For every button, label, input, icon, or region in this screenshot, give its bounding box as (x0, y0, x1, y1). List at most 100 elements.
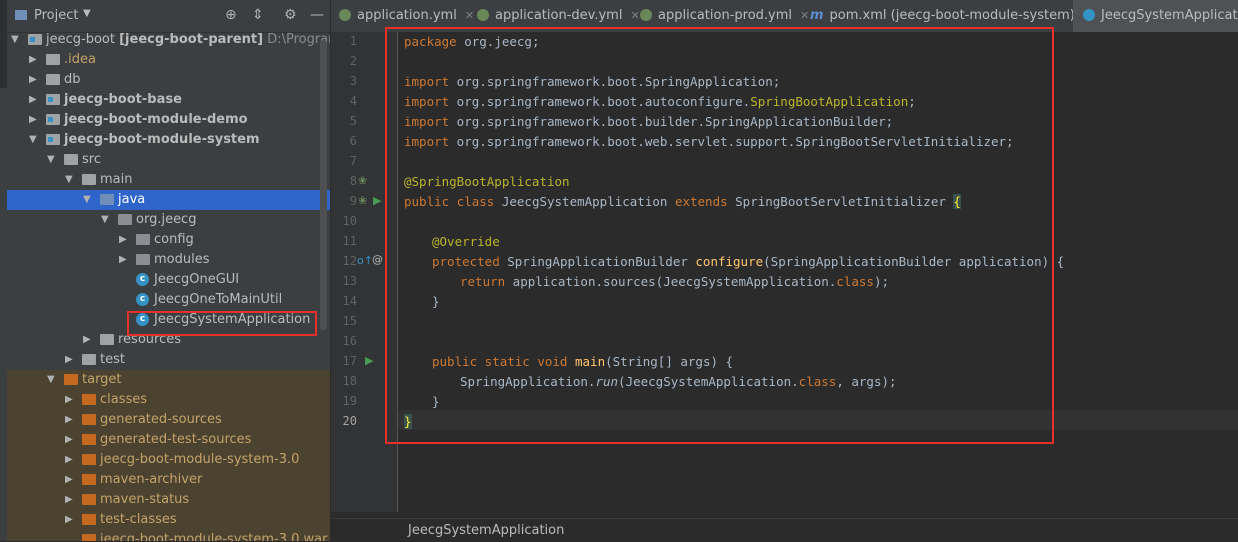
breadcrumb[interactable]: JeecgSystemApplication (408, 523, 564, 538)
chevron-down-icon[interactable]: ▼ (83, 190, 91, 210)
war-file-icon (82, 534, 96, 541)
chevron-right-icon[interactable]: ▶ (65, 430, 73, 450)
tree-item-label: modules (154, 252, 210, 267)
tree-item-generated-sources[interactable]: ▶ generated-sources (7, 410, 330, 430)
tree-item-label: jeecg-boot-module-system-3.0.war (100, 532, 328, 541)
tree-item-label: config (154, 232, 194, 247)
module-icon (46, 94, 60, 105)
tab-label: application-prod.yml (658, 8, 793, 23)
tree-item-modules[interactable]: ▶ modules (7, 250, 330, 270)
tree-item-test[interactable]: ▶ test (7, 350, 330, 370)
chevron-right-icon[interactable]: ▶ (29, 90, 37, 110)
chevron-right-icon[interactable]: ▶ (65, 450, 73, 470)
tree-item-label: jeecg-boot-base (64, 92, 182, 107)
tab-jeecgsystemapplication[interactable]: JeecgSystemApplication (1073, 0, 1238, 32)
chevron-right-icon[interactable]: ▶ (65, 510, 73, 530)
package-icon (118, 214, 132, 225)
locate-icon[interactable]: ⊕ (225, 7, 237, 23)
tree-item-root[interactable]: ▼ jeecg-boot [jeecg-boot-parent] D:\Prog… (7, 30, 330, 50)
override-icon[interactable]: o↑ (357, 254, 373, 267)
gear-icon[interactable]: ⚙ (284, 7, 297, 23)
folder-icon (82, 174, 96, 185)
annotation-icon[interactable]: @ (372, 253, 383, 266)
chevron-down-icon[interactable]: ▼ (11, 30, 19, 50)
tree-item-label: maven-archiver (100, 472, 203, 487)
tree-item-generated-test-sources[interactable]: ▶ generated-test-sources (7, 430, 330, 450)
line-number: 14 (342, 294, 357, 308)
chevron-right-icon[interactable]: ▶ (65, 350, 73, 370)
line-number: 18 (342, 374, 357, 388)
tree-item-label: classes (100, 392, 148, 407)
package-icon (136, 254, 150, 265)
chevron-right-icon[interactable]: ▶ (119, 230, 127, 250)
tab-label: pom.xml (jeecg-boot-module-system) (829, 8, 1075, 23)
chevron-down-icon[interactable]: ▼ (47, 150, 55, 170)
tree-item-war[interactable]: jeecg-boot-module-system-3.0.war (7, 530, 330, 541)
chevron-right-icon[interactable]: ▶ (29, 50, 37, 70)
tree-item-src[interactable]: ▼ src (7, 150, 330, 170)
tree-item-base[interactable]: ▶ jeecg-boot-base (7, 90, 330, 110)
tree-item-system-build[interactable]: ▶ jeecg-boot-module-system-3.0 (7, 450, 330, 470)
close-icon[interactable]: ✕ (630, 9, 639, 22)
run-icon[interactable]: ▶ (365, 354, 373, 367)
chevron-right-icon[interactable]: ▶ (65, 410, 73, 430)
project-panel-title[interactable]: Project (34, 8, 78, 23)
tree-item-label: jeecg-boot-module-system (64, 132, 260, 147)
excluded-folder-icon (82, 414, 96, 425)
folder-icon (64, 154, 78, 165)
tree-item-idea[interactable]: ▶ .idea (7, 50, 330, 70)
tree-item-target[interactable]: ▼ target (7, 370, 330, 390)
collapse-all-icon[interactable]: ⇕ (252, 7, 264, 23)
tree-scrollbar[interactable] (320, 40, 327, 330)
resources-folder-icon (100, 334, 114, 345)
tree-item-db[interactable]: ▶ db (7, 70, 330, 90)
chevron-right-icon[interactable]: ▶ (29, 110, 37, 130)
tree-item-config[interactable]: ▶ config (7, 230, 330, 250)
line-number: 17 (342, 354, 357, 368)
chevron-right-icon[interactable]: ▶ (65, 490, 73, 510)
line-number: 7 (349, 154, 357, 168)
minimize-icon[interactable]: — (310, 7, 324, 23)
spring-leaf-icon (339, 9, 351, 21)
excluded-folder-icon (82, 494, 96, 505)
tree-item-test-classes[interactable]: ▶ test-classes (7, 510, 330, 530)
tree-item-main[interactable]: ▼ main (7, 170, 330, 190)
tree-item-maven-archiver[interactable]: ▶ maven-archiver (7, 470, 330, 490)
chevron-down-icon[interactable]: ▼ (83, 8, 91, 19)
chevron-down-icon[interactable]: ▼ (65, 170, 73, 190)
run-icon[interactable]: ▶ (373, 194, 381, 207)
chevron-right-icon[interactable]: ▶ (119, 250, 127, 270)
tree-item-label: src (82, 152, 101, 167)
chevron-right-icon[interactable]: ▶ (65, 390, 73, 410)
close-icon[interactable]: ✕ (465, 9, 474, 22)
project-tool-tab[interactable] (0, 0, 7, 88)
tree-item-jeecgonegui[interactable]: c JeecgOneGUI (7, 270, 330, 290)
chevron-right-icon[interactable]: ▶ (29, 70, 37, 90)
spring-bean-icon[interactable]: ❀ (358, 174, 367, 187)
tree-item-label: JeecgOneGUI (154, 272, 240, 287)
tree-item-label: db (64, 72, 81, 87)
chevron-down-icon[interactable]: ▼ (47, 370, 55, 390)
tree-item-system[interactable]: ▼ jeecg-boot-module-system (7, 130, 330, 150)
tab-label: application-dev.yml (495, 8, 623, 23)
line-number: 4 (349, 94, 357, 108)
tree-item-maven-status[interactable]: ▶ maven-status (7, 490, 330, 510)
tree-item-label: generated-test-sources (100, 432, 252, 447)
spring-leaf-icon (640, 9, 652, 21)
close-icon[interactable]: ✕ (800, 9, 809, 22)
tree-item-demo[interactable]: ▶ jeecg-boot-module-demo (7, 110, 330, 130)
chevron-right-icon[interactable]: ▶ (65, 470, 73, 490)
excluded-folder-icon (82, 474, 96, 485)
tab-label: JeecgSystemApplication (1101, 8, 1238, 23)
chevron-right-icon[interactable]: ▶ (83, 330, 91, 350)
tree-item-java[interactable]: ▼ java (7, 190, 330, 210)
folder-icon (46, 54, 60, 65)
tree-item-classes[interactable]: ▶ classes (7, 390, 330, 410)
line-number: 11 (342, 234, 357, 248)
tree-item-org-jeecg[interactable]: ▼ org.jeecg (7, 210, 330, 230)
spring-bean-icon[interactable]: ❀ (358, 194, 367, 207)
tree-item-jeecgonetomainutil[interactable]: c JeecgOneToMainUtil (7, 290, 330, 310)
chevron-down-icon[interactable]: ▼ (101, 210, 109, 230)
class-icon: c (136, 293, 149, 306)
chevron-down-icon[interactable]: ▼ (29, 130, 37, 150)
